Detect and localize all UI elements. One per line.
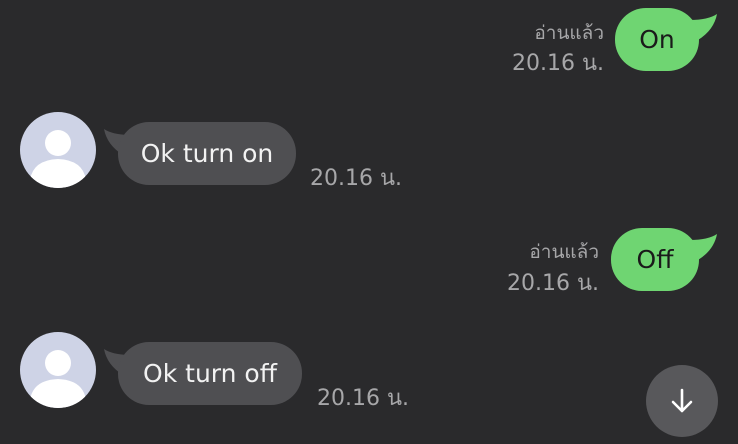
message-bubble[interactable]: On (615, 8, 699, 71)
default-user-icon (30, 350, 86, 408)
read-receipt-label: อ่านแล้ว (529, 241, 599, 263)
scroll-to-bottom-button[interactable] (646, 365, 718, 437)
message-bubble[interactable]: Ok turn on (118, 122, 296, 185)
message-timestamp: 20.16 น. (310, 166, 403, 191)
message-timestamp: 20.16 น. (506, 271, 599, 296)
message-timestamp: 20.16 น. (511, 51, 604, 76)
message-bubble[interactable]: Ok turn off (118, 342, 302, 405)
contact-avatar[interactable] (20, 112, 96, 188)
message-timestamp: 20.16 น. (317, 386, 410, 411)
message-bubble[interactable]: Off (611, 228, 699, 291)
default-user-icon (30, 130, 86, 188)
contact-avatar[interactable] (20, 332, 96, 408)
arrow-down-icon (671, 388, 693, 413)
read-receipt-label: อ่านแล้ว (534, 22, 604, 44)
